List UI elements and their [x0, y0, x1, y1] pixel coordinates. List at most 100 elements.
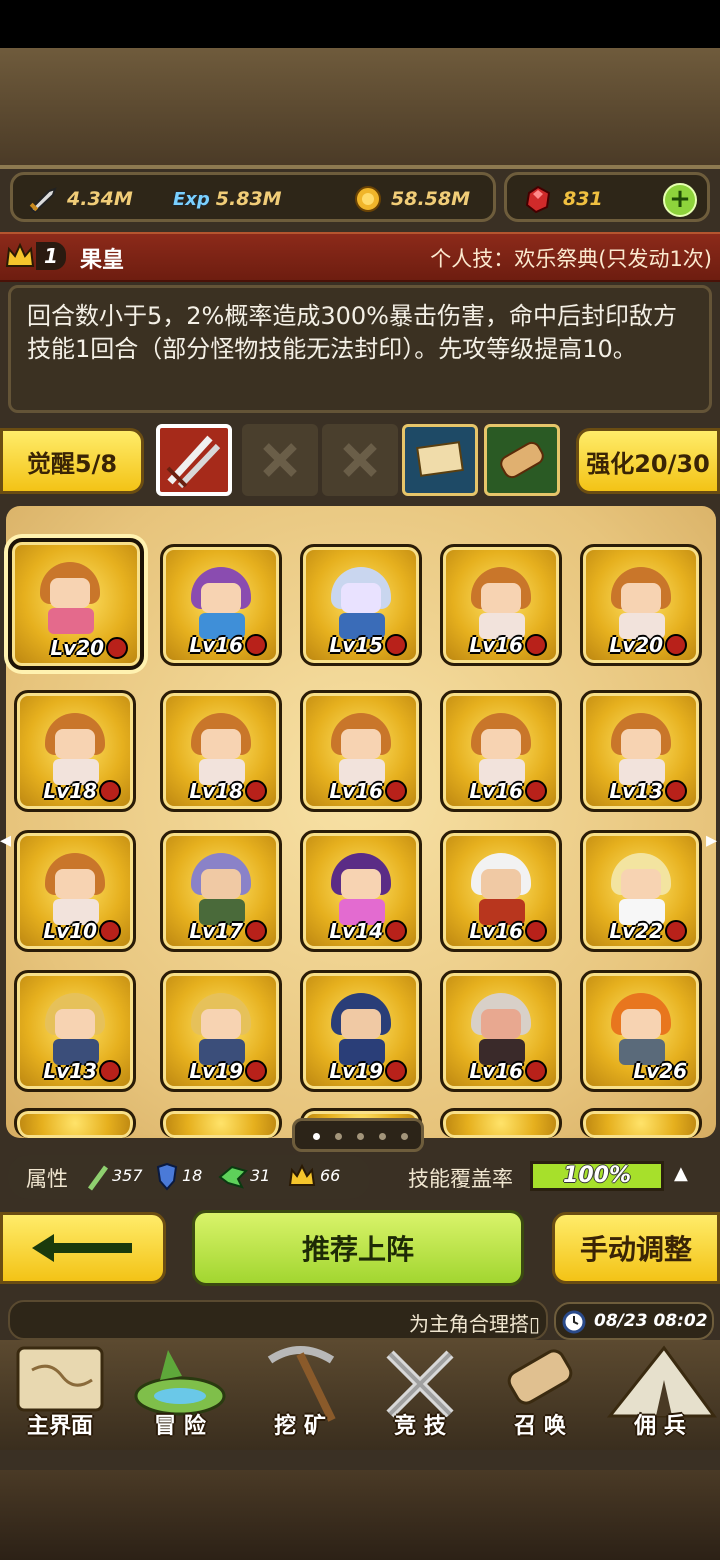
hero-card[interactable]: Lv16: [440, 830, 562, 952]
nav-main[interactable]: 主界面: [0, 1340, 120, 1450]
hero-level-text: Lv19: [189, 1059, 243, 1083]
attribute-value-c: 31: [250, 1166, 271, 1185]
hero-level: Lv14: [329, 919, 407, 943]
skill-slot-selected[interactable]: [156, 424, 232, 496]
hero-level-text: Lv16: [329, 779, 383, 803]
equipment-badge-icon: [385, 920, 407, 942]
hero-card[interactable]: Lv16: [440, 544, 562, 666]
equipment-badge-icon: [385, 634, 407, 656]
nav-label: 冒 险: [154, 1414, 206, 1439]
nav-mercenary[interactable]: 佣 兵: [600, 1340, 720, 1450]
hero-card[interactable]: Lv10: [14, 830, 136, 952]
hero-card[interactable]: Lv13: [580, 690, 702, 812]
skill-coverage: 技能覆盖率 100% ▲: [380, 1155, 712, 1199]
equipment-badge-icon: [245, 920, 267, 942]
exp-resource: Exp 5.83M: [173, 188, 282, 210]
hero-name: 果皇: [80, 248, 125, 273]
gold-coin-icon: [355, 186, 381, 212]
hero-level: Lv20: [50, 636, 128, 660]
hero-card[interactable]: Lv20: [580, 544, 702, 666]
hero-level: Lv10: [43, 919, 121, 943]
skill-slot-empty[interactable]: [322, 424, 398, 496]
equipment-badge-icon: [525, 780, 547, 802]
equipment-badge-icon: [665, 920, 687, 942]
hero-card[interactable]: Lv14: [300, 830, 422, 952]
equipment-badge-icon: [99, 780, 121, 802]
hero-level-text: Lv14: [329, 919, 383, 943]
ticket-icon: [416, 441, 464, 477]
hero-card[interactable]: Lv18: [160, 690, 282, 812]
hero-level: Lv19: [329, 1059, 407, 1083]
message-ticker: 为主角合理搭▯: [8, 1300, 548, 1340]
nav-label: 佣 兵: [634, 1414, 686, 1439]
nav-adventure[interactable]: 冒 险: [120, 1340, 240, 1450]
leaf-sword-icon: [87, 1165, 109, 1191]
coverage-label: 技能覆盖率: [408, 1167, 513, 1191]
hero-card-partial[interactable]: [14, 1108, 136, 1138]
equipment-badge-icon: [665, 780, 687, 802]
scroll-left-arrow[interactable]: ◂: [0, 828, 14, 858]
page-dot: [401, 1133, 408, 1140]
hero-level-text: Lv16: [469, 919, 523, 943]
hero-rank: 1: [36, 242, 66, 270]
hero-level-text: Lv17: [189, 919, 243, 943]
recommend-deploy-button[interactable]: 推荐上阵: [192, 1210, 524, 1286]
expand-up-arrow[interactable]: ▲: [674, 1163, 694, 1187]
back-button[interactable]: [0, 1212, 166, 1284]
hero-card[interactable]: Lv16: [300, 690, 422, 812]
hero-level: Lv15: [329, 633, 407, 657]
scroll-item-slot[interactable]: [484, 424, 560, 496]
page-dot: [335, 1133, 342, 1140]
hero-card[interactable]: Lv19: [300, 970, 422, 1092]
nav-label: 竞 技: [394, 1414, 446, 1439]
hero-card[interactable]: Lv20: [8, 538, 144, 670]
manual-adjust-button[interactable]: 手动调整: [552, 1212, 720, 1284]
hero-card[interactable]: Lv22: [580, 830, 702, 952]
equipment-badge-icon: [99, 920, 121, 942]
hero-card[interactable]: Lv16: [160, 544, 282, 666]
hero-card[interactable]: Lv19: [160, 970, 282, 1092]
ruby-icon: [525, 185, 551, 213]
page-indicator: [292, 1118, 424, 1152]
crown-icon: [288, 1163, 316, 1186]
nav-mining[interactable]: 挖 矿: [240, 1340, 360, 1450]
nav-arena[interactable]: 竞 技: [360, 1340, 480, 1450]
gem-resource: 831: [523, 185, 603, 213]
hero-level: Lv18: [43, 779, 121, 803]
hero-card-partial[interactable]: [160, 1108, 282, 1138]
hero-card[interactable]: Lv18: [14, 690, 136, 812]
resource-bar: 4.34M Exp 5.83M 58.58M: [10, 172, 496, 222]
hero-card[interactable]: Lv16: [440, 690, 562, 812]
ticket-item-slot[interactable]: [402, 424, 478, 496]
green-wing-icon: [218, 1165, 248, 1189]
awaken-button[interactable]: 觉醒5/8: [0, 428, 144, 494]
attribute-bar: 属性 357 18 31 66: [8, 1155, 370, 1199]
enhance-button[interactable]: 强化20/30: [576, 428, 720, 494]
ticker-text: 为主角合理搭▯: [408, 1312, 540, 1336]
map-background: [0, 48, 720, 168]
hero-card[interactable]: Lv13: [14, 970, 136, 1092]
back-arrow-icon: [32, 1234, 132, 1262]
hero-level: Lv22: [609, 919, 687, 943]
hero-card-partial[interactable]: [580, 1108, 702, 1138]
hero-card[interactable]: Lv16: [440, 970, 562, 1092]
attribute-label: 属性: [26, 1167, 68, 1191]
hero-card[interactable]: Lv17: [160, 830, 282, 952]
nav-summon[interactable]: 召 唤: [480, 1340, 600, 1450]
clock: 08/23 08:02: [554, 1302, 714, 1340]
equipment-badge-icon: [245, 780, 267, 802]
nav-label: 挖 矿: [274, 1414, 326, 1439]
hero-level: Lv16: [469, 633, 547, 657]
hero-level-text: Lv16: [189, 633, 243, 657]
hero-card-partial[interactable]: [440, 1108, 562, 1138]
hero-card[interactable]: Lv26: [580, 970, 702, 1092]
hero-level-text: Lv20: [50, 636, 104, 660]
hero-card[interactable]: Lv15: [300, 544, 422, 666]
add-gems-button[interactable]: +: [663, 183, 697, 217]
scroll-right-arrow[interactable]: ▸: [706, 828, 720, 858]
hero-level: Lv16: [189, 633, 267, 657]
page-dot-active: [313, 1133, 320, 1140]
skill-slot-empty[interactable]: [242, 424, 318, 496]
equipment-badge-icon: [245, 634, 267, 656]
shield-icon: [156, 1163, 178, 1191]
